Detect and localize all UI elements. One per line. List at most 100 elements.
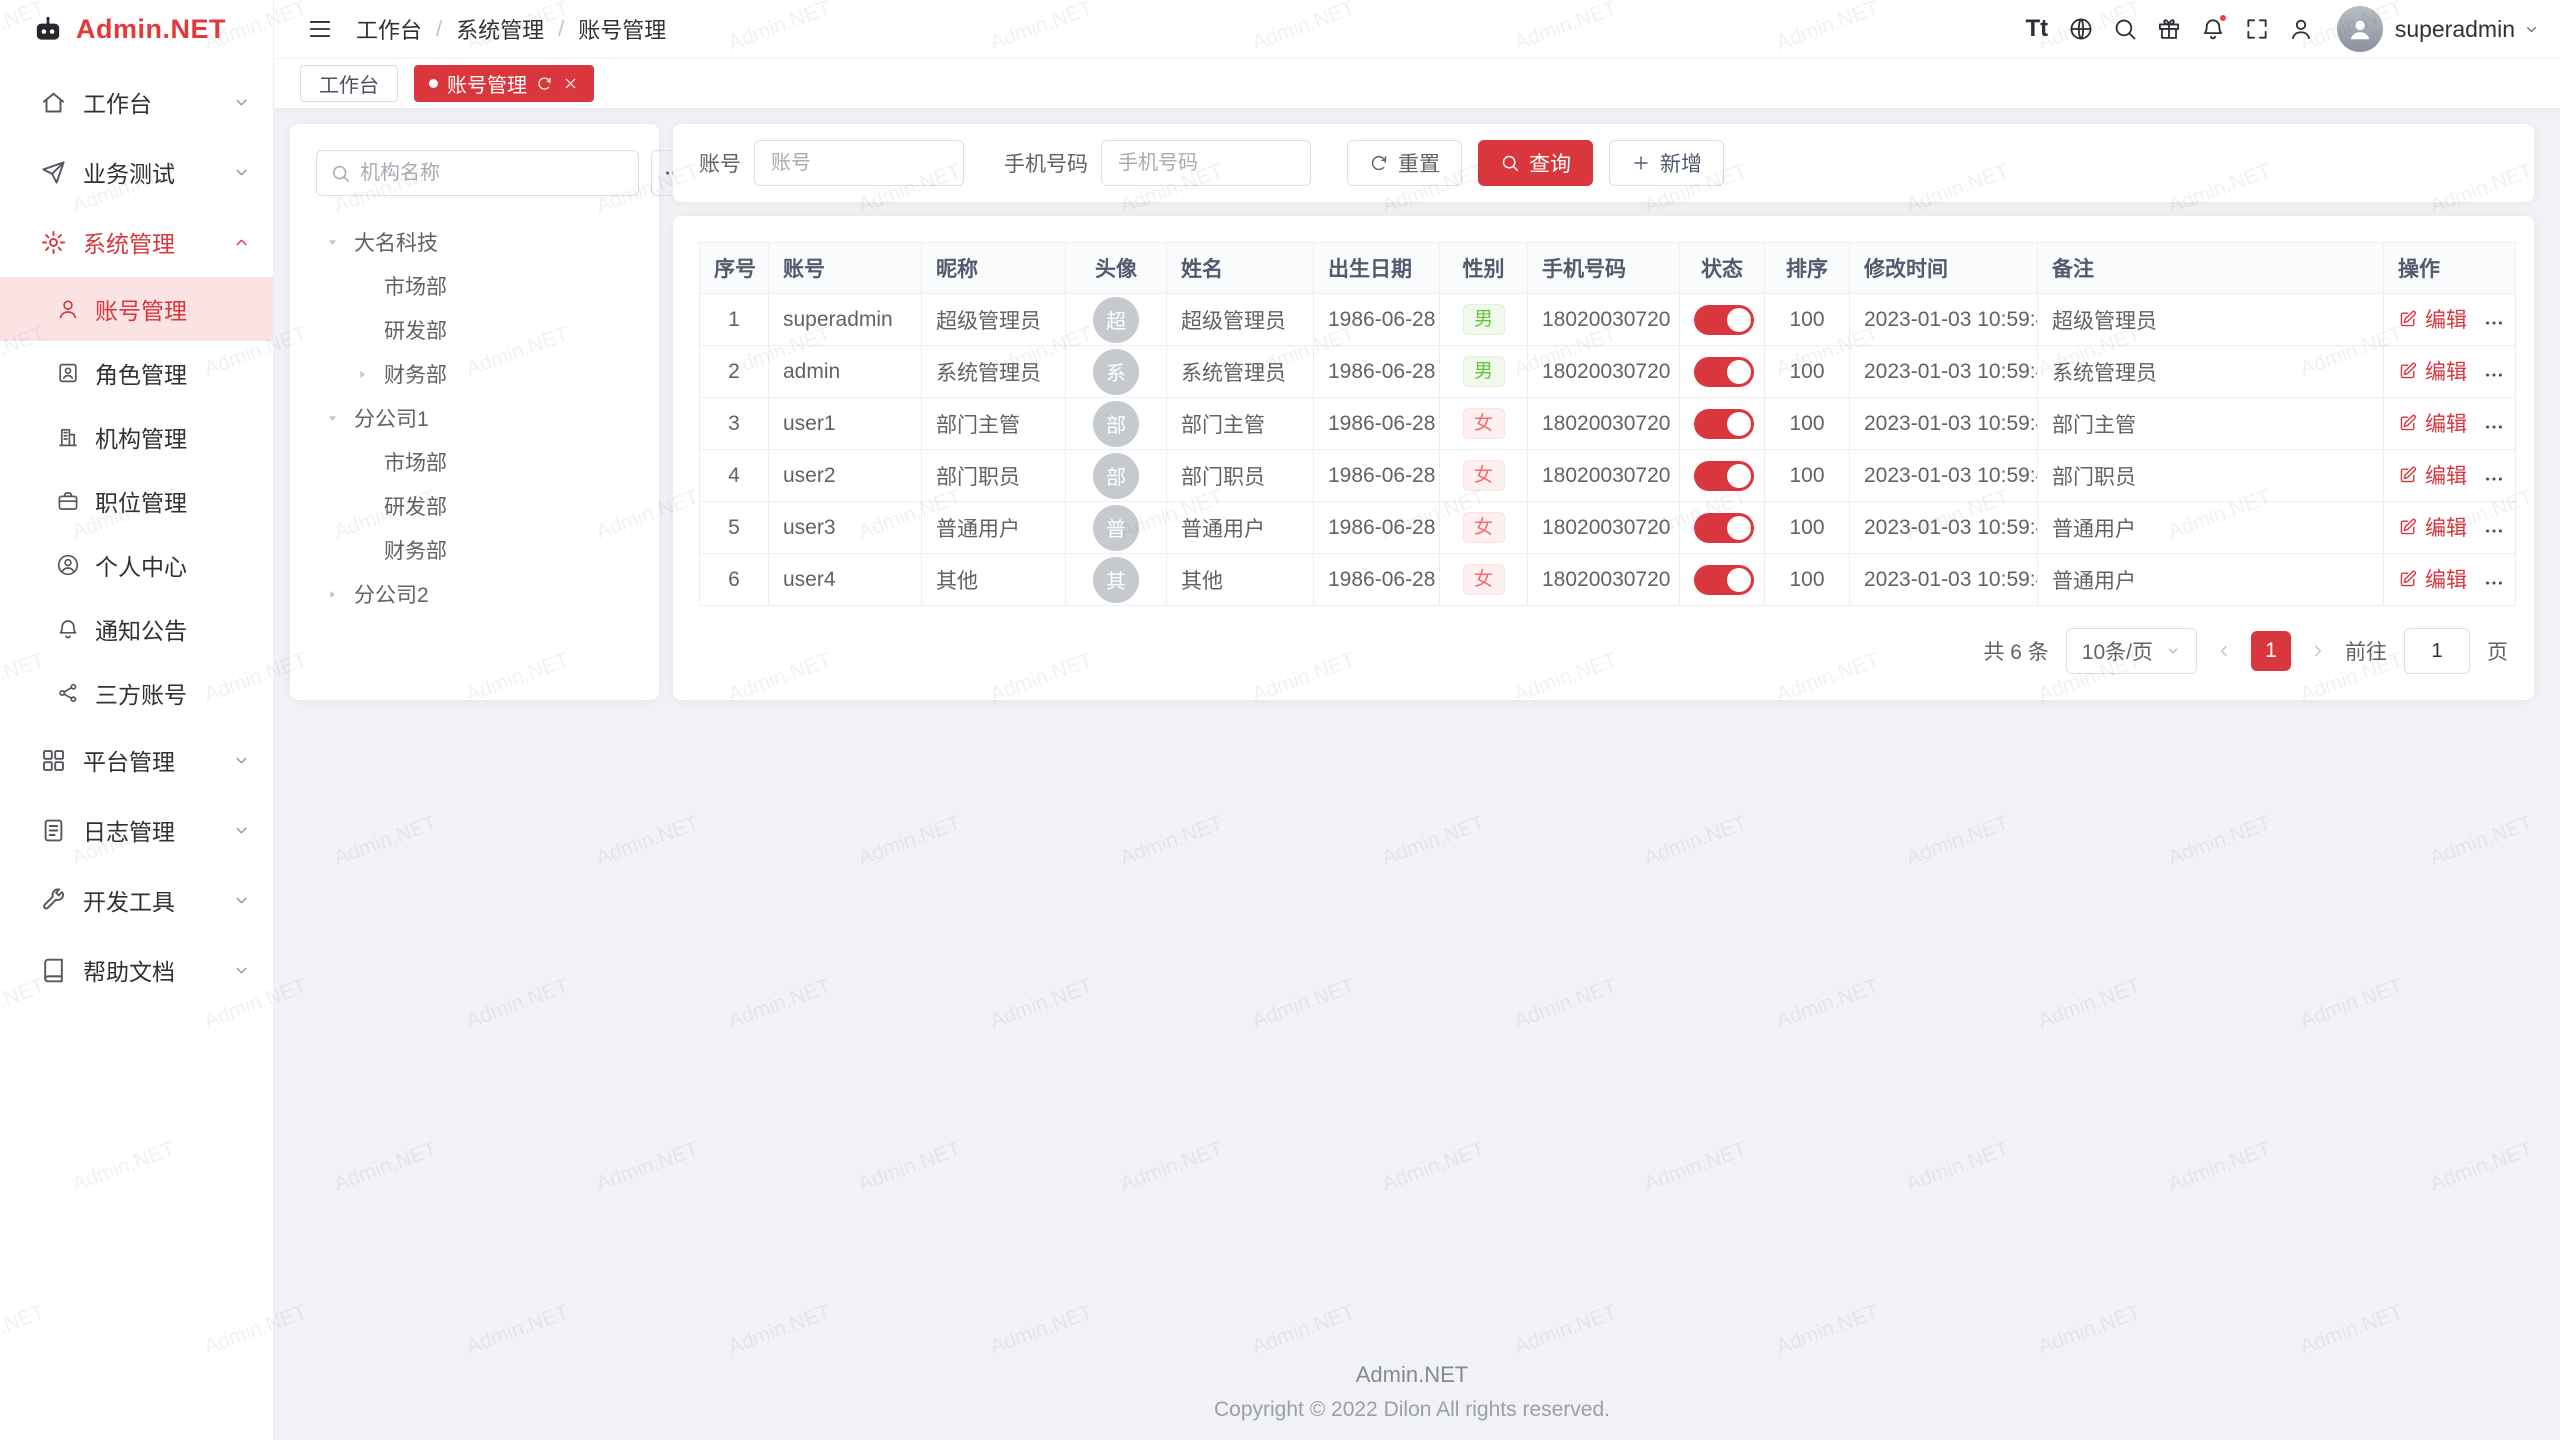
column-header-3: 头像 bbox=[1066, 243, 1167, 294]
account-input[interactable] bbox=[754, 140, 964, 186]
status-toggle[interactable] bbox=[1694, 409, 1754, 439]
home-icon bbox=[40, 89, 67, 116]
tab-0[interactable]: 工作台 bbox=[300, 65, 398, 102]
edit-icon bbox=[2398, 465, 2418, 485]
breadcrumb-item-1[interactable]: 系统管理 bbox=[456, 13, 544, 45]
search-icon[interactable] bbox=[2103, 0, 2147, 59]
sidebar-item-label: 帮助文档 bbox=[83, 953, 175, 987]
cell-modified: 2023-01-03 10:59:44 bbox=[1850, 294, 2038, 346]
row-more-icon[interactable] bbox=[2483, 468, 2505, 490]
column-header-5: 出生日期 bbox=[1314, 243, 1440, 294]
edit-button[interactable]: 编辑 bbox=[2398, 512, 2467, 542]
tree-node-2[interactable]: 研发部 bbox=[316, 308, 633, 352]
sidebar-item-label: 工作台 bbox=[83, 85, 152, 119]
send-icon bbox=[40, 159, 67, 186]
sidebar-subitem-2-3[interactable]: 职位管理 bbox=[0, 469, 273, 533]
sidebar-subitem-2-5[interactable]: 通知公告 bbox=[0, 597, 273, 661]
caret-down-icon[interactable] bbox=[324, 234, 354, 251]
breadcrumb-item-0[interactable]: 工作台 bbox=[356, 13, 422, 45]
org-search-input[interactable] bbox=[360, 162, 625, 185]
sidebar-subitem-2-4[interactable]: 个人中心 bbox=[0, 533, 273, 597]
cell-gender: 男 bbox=[1440, 294, 1528, 346]
status-toggle[interactable] bbox=[1694, 513, 1754, 543]
goto-page-input[interactable] bbox=[2404, 628, 2470, 674]
tree-node-1[interactable]: 市场部 bbox=[316, 264, 633, 308]
cell-remark: 部门主管 bbox=[2038, 398, 2384, 450]
theme-gift-icon[interactable] bbox=[2147, 0, 2191, 59]
tree-node-4[interactable]: 分公司1 bbox=[316, 396, 633, 440]
username[interactable]: superadmin bbox=[2395, 16, 2515, 43]
edit-button[interactable]: 编辑 bbox=[2398, 408, 2467, 438]
add-button[interactable]: 新增 bbox=[1609, 140, 1724, 186]
status-toggle[interactable] bbox=[1694, 461, 1754, 491]
page-size-select[interactable]: 10条/页 bbox=[2066, 628, 2197, 674]
row-more-icon[interactable] bbox=[2483, 416, 2505, 438]
row-more-icon[interactable] bbox=[2483, 364, 2505, 386]
sidebar-item-label: 系统管理 bbox=[83, 225, 175, 259]
breadcrumb-item-2[interactable]: 账号管理 bbox=[578, 13, 666, 45]
caret-right-icon[interactable] bbox=[324, 586, 354, 603]
status-toggle[interactable] bbox=[1694, 305, 1754, 335]
tab-refresh-icon[interactable] bbox=[536, 75, 553, 92]
row-more-icon[interactable] bbox=[2483, 312, 2505, 334]
sidebar-item-2[interactable]: 系统管理 bbox=[0, 207, 273, 277]
position-icon bbox=[56, 489, 80, 513]
tab-1[interactable]: 账号管理 bbox=[414, 65, 594, 102]
status-toggle[interactable] bbox=[1694, 565, 1754, 595]
collapse-menu-icon[interactable] bbox=[298, 0, 342, 59]
tree-node-5[interactable]: 市场部 bbox=[316, 440, 633, 484]
tree-node-0[interactable]: 大名科技 bbox=[316, 220, 633, 264]
sidebar-subitem-2-1[interactable]: 角色管理 bbox=[0, 341, 273, 405]
tree-node-7[interactable]: 财务部 bbox=[316, 528, 633, 572]
caret-down-icon[interactable] bbox=[324, 410, 354, 427]
cell-birthday: 1986-06-28 bbox=[1314, 346, 1440, 398]
sidebar-item-6[interactable]: 帮助文档 bbox=[0, 935, 273, 1005]
cell-gender: 女 bbox=[1440, 398, 1528, 450]
user-outline-icon[interactable] bbox=[2279, 0, 2323, 59]
edit-button[interactable]: 编辑 bbox=[2398, 564, 2467, 594]
sidebar-subitem-2-6[interactable]: 三方账号 bbox=[0, 661, 273, 725]
tree-node-label: 市场部 bbox=[384, 447, 447, 477]
status-toggle[interactable] bbox=[1694, 357, 1754, 387]
edit-button[interactable]: 编辑 bbox=[2398, 356, 2467, 386]
chevron-down-icon[interactable] bbox=[2523, 21, 2540, 38]
edit-icon bbox=[2398, 361, 2418, 381]
search-button[interactable]: 查询 bbox=[1478, 140, 1593, 186]
sidebar-item-0[interactable]: 工作台 bbox=[0, 67, 273, 137]
sidebar-subitem-2-2[interactable]: 机构管理 bbox=[0, 405, 273, 469]
cell-avatar: 普 bbox=[1066, 502, 1167, 554]
page-1-button[interactable]: 1 bbox=[2251, 631, 2291, 671]
reset-button[interactable]: 重置 bbox=[1347, 140, 1462, 186]
sidebar-menu: 工作台业务测试系统管理账号管理角色管理机构管理职位管理个人中心通知公告三方账号平… bbox=[0, 59, 273, 1440]
prev-page-button[interactable] bbox=[2214, 641, 2234, 661]
tree-node-6[interactable]: 研发部 bbox=[316, 484, 633, 528]
tree-node-3[interactable]: 财务部 bbox=[316, 352, 633, 396]
sidebar-item-1[interactable]: 业务测试 bbox=[0, 137, 273, 207]
cell-account: user4 bbox=[769, 554, 922, 606]
logo[interactable]: Admin.NET bbox=[0, 0, 273, 59]
next-page-button[interactable] bbox=[2308, 641, 2328, 661]
sidebar-item-5[interactable]: 开发工具 bbox=[0, 865, 273, 935]
row-more-icon[interactable] bbox=[2483, 520, 2505, 542]
phone-input[interactable] bbox=[1101, 140, 1311, 186]
row-more-icon[interactable] bbox=[2483, 572, 2505, 594]
cell-account: user3 bbox=[769, 502, 922, 554]
tree-node-8[interactable]: 分公司2 bbox=[316, 572, 633, 616]
caret-right-icon[interactable] bbox=[354, 366, 384, 383]
sidebar-subitem-2-0[interactable]: 账号管理 bbox=[0, 277, 273, 341]
cell-phone: 18020030720 bbox=[1528, 554, 1680, 606]
avatar[interactable] bbox=[2337, 6, 2383, 52]
org-icon bbox=[56, 425, 80, 449]
text-size-icon[interactable]: Tt bbox=[2015, 0, 2059, 59]
tree-node-label: 市场部 bbox=[384, 271, 447, 301]
edit-button[interactable]: 编辑 bbox=[2398, 304, 2467, 334]
sidebar-item-4[interactable]: 日志管理 bbox=[0, 795, 273, 865]
notification-bell-icon[interactable] bbox=[2191, 0, 2235, 59]
language-icon[interactable] bbox=[2059, 0, 2103, 59]
sidebar-item-3[interactable]: 平台管理 bbox=[0, 725, 273, 795]
fullscreen-icon[interactable] bbox=[2235, 0, 2279, 59]
cell-birthday: 1986-06-28 bbox=[1314, 554, 1440, 606]
edit-button[interactable]: 编辑 bbox=[2398, 460, 2467, 490]
tab-close-icon[interactable] bbox=[562, 75, 579, 92]
cell-avatar: 部 bbox=[1066, 450, 1167, 502]
